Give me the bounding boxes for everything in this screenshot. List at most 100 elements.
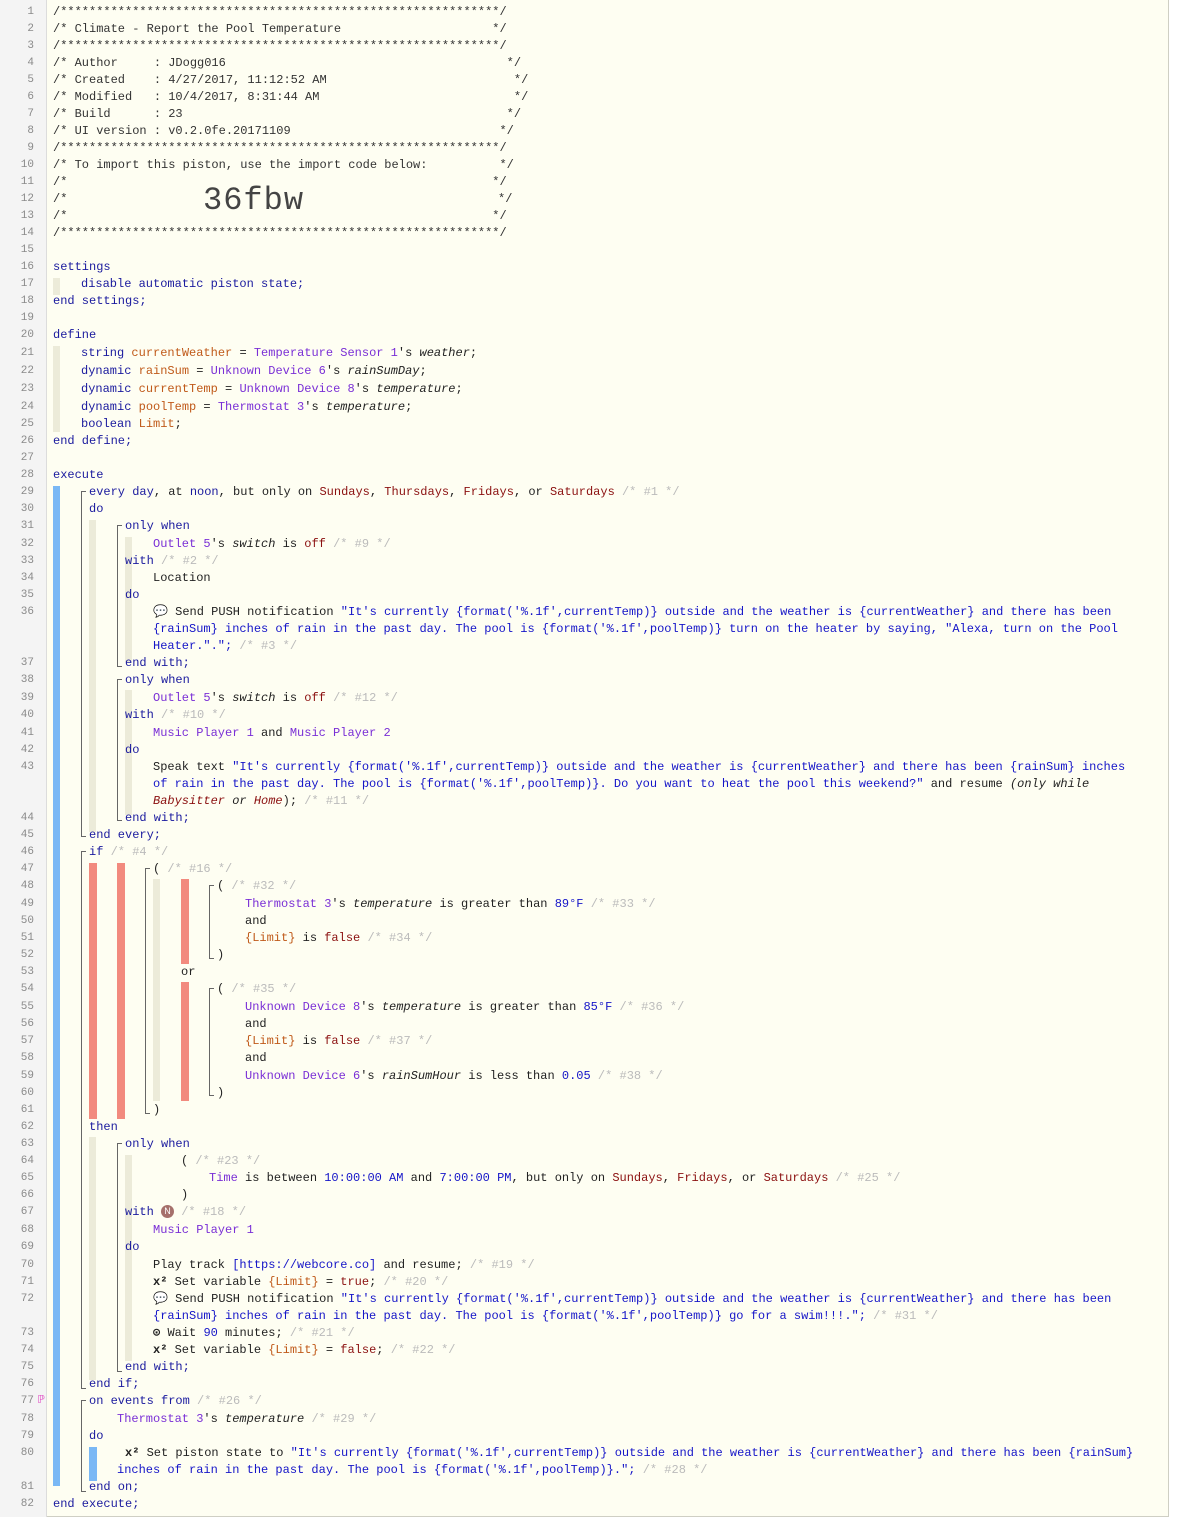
do-keyword: do	[125, 743, 140, 757]
define-var-3[interactable]: dynamic currentTemp = Unknown Device 8's…	[81, 381, 463, 398]
and-operator: and	[245, 914, 267, 928]
event-device-thermostat[interactable]: Thermostat 3's temperature /* #29 */	[117, 1411, 376, 1428]
define-var-2[interactable]: dynamic rainSum = Unknown Device 6's rai…	[81, 363, 427, 380]
condition-unknown-8[interactable]: Unknown Device 8's temperature is greate…	[245, 999, 684, 1016]
execute-open[interactable]: execute	[53, 467, 103, 484]
line-number: 58	[20, 1052, 34, 1064]
set-state-task[interactable]: x² Set piston state to "It's currently {…	[125, 1445, 1133, 1462]
line-number: 26	[20, 435, 34, 447]
line-number: 25	[20, 418, 34, 430]
with-keyword[interactable]: with N /* #18 */	[125, 1204, 246, 1221]
header-line: /* Modified : 10/4/2017, 8:31:44 AM */	[53, 90, 529, 104]
line-number: 37	[20, 657, 34, 669]
push-task-1-cont: Heater."."; /* #3 */	[153, 639, 298, 653]
line-number: 8	[27, 125, 34, 137]
condition-limit[interactable]: {Limit} is false /* #37 */	[245, 1033, 432, 1050]
variable-icon: x²	[153, 1343, 168, 1357]
on-events-bracket	[81, 1400, 86, 1492]
with-devices-music[interactable]: Music Player 1 and Music Player 2	[153, 725, 391, 742]
line-number: 7	[27, 108, 34, 120]
with1-bracket	[117, 525, 122, 667]
line-number: 57	[20, 1035, 34, 1047]
only-when[interactable]: only when	[125, 672, 190, 689]
line-number: 11	[20, 176, 34, 188]
push-task-2-cont: {rainSum} inches of rain in the past day…	[153, 1309, 938, 1323]
line-number: 28	[20, 469, 34, 481]
line-number: 41	[20, 727, 34, 739]
pin-icon[interactable]: ℙ	[38, 1393, 45, 1407]
define-open[interactable]: define	[53, 327, 96, 344]
line-number: 78	[20, 1413, 34, 1425]
header-line: /* Author : JDogg016 */	[53, 56, 522, 70]
with-device-location[interactable]: Location	[153, 570, 211, 587]
line-number: 79	[20, 1430, 34, 1442]
wait-task[interactable]: ⊙ Wait 90 minutes; /* #21 */	[153, 1325, 355, 1342]
condition-time[interactable]: Time is between 10:00:00 AM and 7:00:00 …	[209, 1170, 900, 1187]
condition-outlet[interactable]: Outlet 5's switch is off /* #12 */	[153, 690, 398, 707]
condition-limit[interactable]: {Limit} is false /* #34 */	[245, 930, 432, 947]
play-track-task[interactable]: Play track [https://webcore.co] and resu…	[153, 1257, 535, 1274]
settings-item[interactable]: disable automatic piston state;	[81, 276, 304, 293]
line-number: 22	[20, 365, 34, 377]
group-open[interactable]: ( /* #32 */	[217, 878, 296, 895]
set-variable-task[interactable]: x² Set variable {Limit} = true; /* #20 *…	[153, 1274, 448, 1291]
set-variable-task[interactable]: x² Set variable {Limit} = false; /* #22 …	[153, 1342, 456, 1359]
if-statement[interactable]: if /* #4 */	[89, 844, 168, 861]
every-bracket	[81, 491, 86, 837]
line-number: 74	[20, 1344, 34, 1356]
set-state-task-cont: inches of rain in the past day. The pool…	[117, 1463, 708, 1477]
line-number: 27	[20, 452, 34, 464]
with-device-music[interactable]: Music Player 1	[153, 1222, 254, 1239]
end-with: end with;	[125, 1360, 190, 1374]
end-on: end on;	[89, 1480, 140, 1494]
group-close: )	[217, 948, 225, 962]
group-open[interactable]: ( /* #16 */	[153, 861, 232, 878]
line-number: 35	[20, 589, 34, 601]
header-line: /***************************************…	[53, 5, 507, 19]
push-task-1[interactable]: 💬 Send PUSH notification "It's currently…	[153, 604, 1111, 621]
condition-outlet[interactable]: Outlet 5's switch is off /* #9 */	[153, 536, 391, 553]
speak-task-cont: Babysitter or Home); /* #11 */	[153, 794, 370, 808]
define-var-1[interactable]: string currentWeather = Temperature Sens…	[81, 345, 477, 362]
define-var-4[interactable]: dynamic poolTemp = Thermostat 3's temper…	[81, 399, 412, 416]
chat-icon: 💬	[153, 605, 168, 619]
with-keyword[interactable]: with /* #10 */	[125, 707, 226, 724]
with2-bracket	[117, 679, 122, 821]
settings-open[interactable]: settings	[53, 259, 111, 276]
define-var-5[interactable]: boolean Limit;	[81, 416, 182, 433]
line-number: 53	[20, 966, 34, 978]
line-number: 63	[20, 1138, 34, 1150]
line-number: 19	[20, 312, 34, 324]
group-open[interactable]: ( /* #23 */	[181, 1153, 260, 1170]
on-events-statement[interactable]: on events from /* #26 */	[89, 1393, 262, 1410]
push-task-2[interactable]: 💬 Send PUSH notification "It's currently…	[153, 1291, 1111, 1308]
line-number: 3	[27, 40, 34, 52]
then-block-bar	[89, 1137, 96, 1380]
group-open[interactable]: ( /* #35 */	[217, 981, 296, 998]
line-number: 52	[20, 949, 34, 961]
and-operator: and	[245, 1051, 267, 1065]
condition-unknown-6[interactable]: Unknown Device 6's rainSumHour is less t…	[245, 1068, 663, 1085]
code-editor: 1 2 3 4 5 6 7 8 9 10 11 12 13 14 15 16 17 18 19 20 21 22 23 24 2…	[0, 0, 1169, 1517]
line-number: 17	[20, 278, 34, 290]
line-number: 62	[20, 1121, 34, 1133]
speak-task[interactable]: Speak text "It's currently {format('%.1f…	[153, 759, 1125, 776]
do-keyword: do	[125, 588, 140, 602]
with-keyword[interactable]: with /* #2 */	[125, 553, 219, 570]
line-number: 30	[20, 503, 34, 515]
only-when[interactable]: only when	[125, 518, 190, 535]
only-when[interactable]: only when	[125, 1136, 190, 1153]
line-number: 56	[20, 1018, 34, 1030]
condition-thermostat[interactable]: Thermostat 3's temperature is greater th…	[245, 896, 656, 913]
on-events-left-bar	[53, 1400, 60, 1486]
line-number: 14	[20, 227, 34, 239]
header-line: /* Created : 4/27/2017, 11:12:52 AM */	[53, 73, 529, 87]
line-number: 61	[20, 1104, 34, 1116]
line-number: 54	[20, 983, 34, 995]
end-execute: end execute;	[53, 1497, 140, 1511]
every-block-bar	[89, 520, 96, 832]
line-number: 51	[20, 932, 34, 944]
every-statement[interactable]: every day, at noon, but only on Sundays,…	[89, 484, 680, 501]
line-number: 13	[20, 210, 34, 222]
line-number: 66	[20, 1189, 34, 1201]
